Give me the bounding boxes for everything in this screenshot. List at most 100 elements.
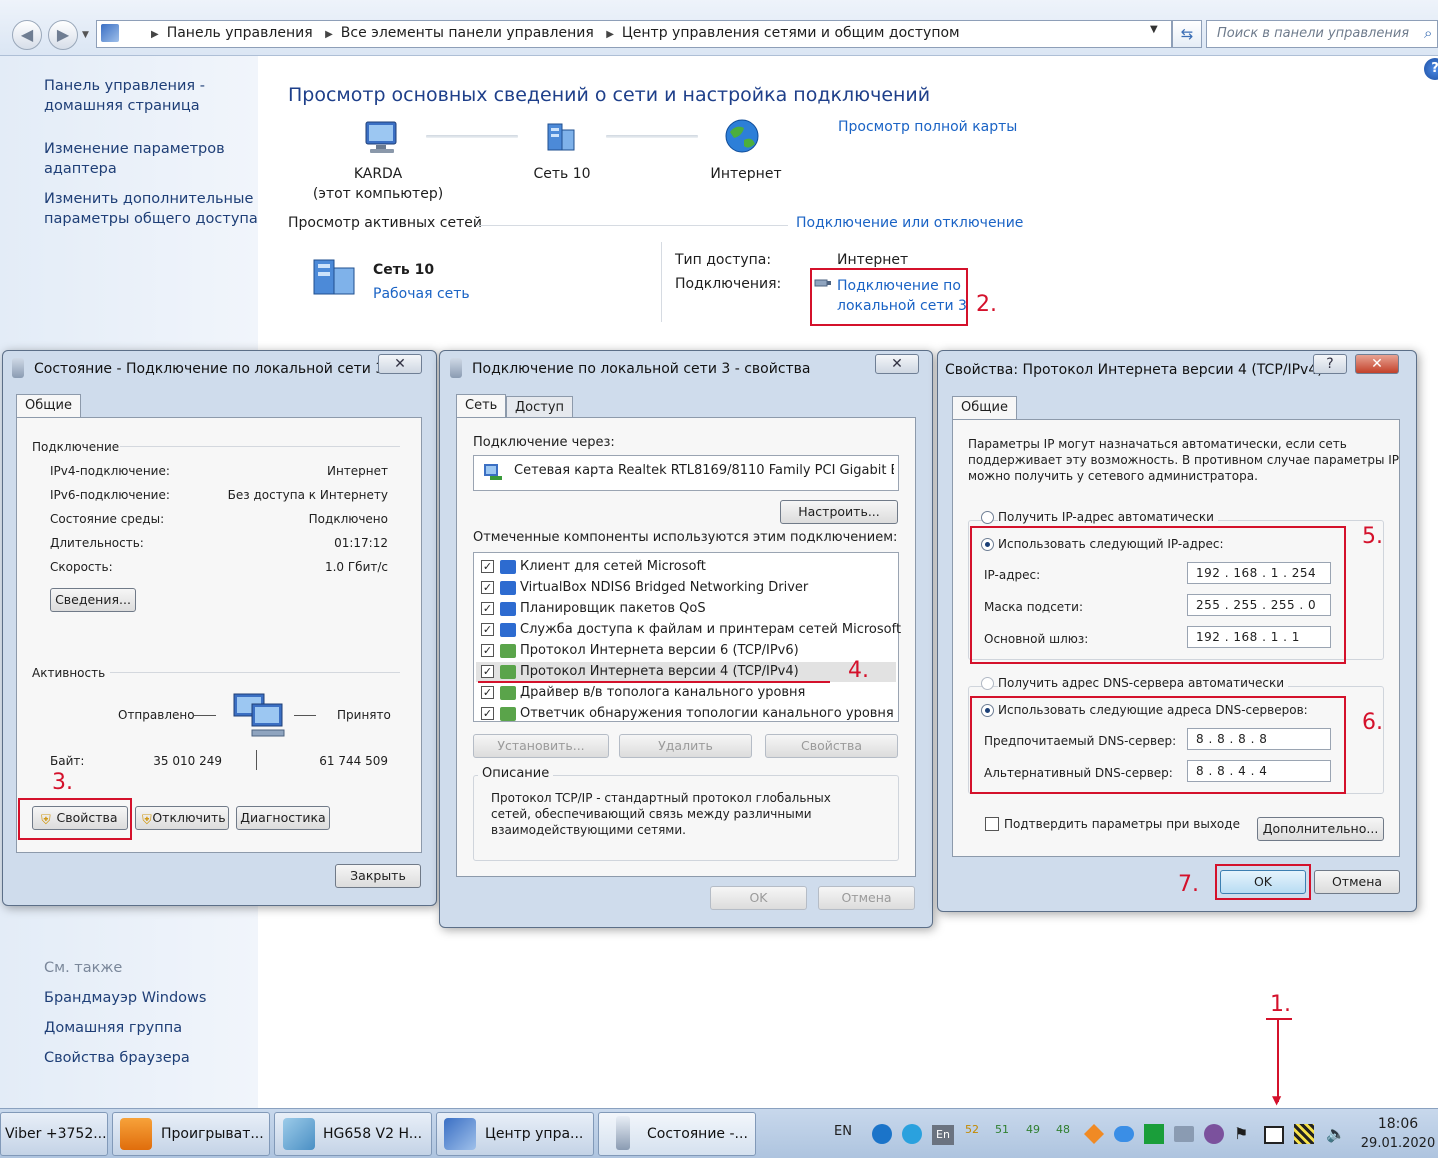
tab-sharing[interactable]: Доступ xyxy=(506,396,574,418)
help-icon[interactable]: ? xyxy=(1424,58,1438,80)
ipv4-cancel-button[interactable]: Отмена xyxy=(1314,870,1400,894)
install-button[interactable]: Установить... xyxy=(473,734,609,758)
network-connection-icon[interactable] xyxy=(1264,1126,1284,1144)
component-row[interactable]: ✓ Планировщик пакетов QoS xyxy=(476,599,896,619)
node-computer-sub: (этот компьютер) xyxy=(312,186,444,202)
component-row[interactable]: ✓ Ответчик обнаружения топологии канально… xyxy=(476,704,896,724)
clock-date[interactable]: 29.01.2020 xyxy=(1360,1136,1436,1151)
component-row[interactable]: ✓ Протокол Интернета версии 6 (TCP/IPv6) xyxy=(476,641,896,661)
history-dropdown-icon[interactable]: ▼ xyxy=(82,30,89,40)
network-adapter-icon xyxy=(12,358,24,378)
auto-ip-radio[interactable] xyxy=(981,511,994,524)
tab-general[interactable]: Общие xyxy=(16,394,81,418)
network-type-link[interactable]: Рабочая сеть xyxy=(373,286,470,302)
status-close-button[interactable]: Закрыть xyxy=(335,864,421,888)
network-tray-icon[interactable] xyxy=(1174,1126,1194,1142)
language-indicator[interactable]: EN xyxy=(834,1124,852,1139)
tray-counter[interactable]: 51 xyxy=(995,1123,1009,1136)
component-icon xyxy=(500,686,516,700)
cloud-icon[interactable] xyxy=(1114,1126,1134,1142)
taskbar-viber[interactable]: Viber +3752... xyxy=(0,1112,108,1156)
disconnect-button[interactable]: ⛨ Отключить xyxy=(135,806,229,830)
props-cancel-button[interactable]: Отмена xyxy=(818,886,915,910)
network-adapter-icon xyxy=(450,358,462,378)
tray-app-icon[interactable] xyxy=(1294,1124,1314,1144)
breadcrumb-all-items[interactable]: Все элементы панели управления xyxy=(341,25,594,41)
annotation-underline-4 xyxy=(478,681,830,683)
diagnose-button[interactable]: Диагностика xyxy=(236,806,330,830)
props-ok-button[interactable]: OK xyxy=(710,886,807,910)
help-button[interactable]: ? xyxy=(1313,354,1347,374)
left-link-home[interactable]: Панель управления - домашняя страница xyxy=(44,76,205,116)
network-name: Сеть 10 xyxy=(373,262,435,278)
row-value: Подключено xyxy=(308,512,388,526)
component-checkbox[interactable]: ✓ xyxy=(481,644,494,657)
component-checkbox[interactable]: ✓ xyxy=(481,602,494,615)
component-icon xyxy=(500,644,516,658)
address-dropdown-icon[interactable]: ▼ xyxy=(1150,24,1158,35)
connect-disconnect-link[interactable]: Подключение или отключение xyxy=(796,215,1023,231)
component-label: Служба доступа к файлам и принтерам сете… xyxy=(520,622,902,637)
validate-label[interactable]: Подтвердить параметры при выходе xyxy=(1004,817,1240,831)
see-also-browser[interactable]: Свойства браузера xyxy=(44,1048,190,1068)
remove-button[interactable]: Удалить xyxy=(619,734,752,758)
breadcrumb-control-panel[interactable]: Панель управления xyxy=(167,25,313,41)
back-button[interactable]: ◀ xyxy=(12,20,42,50)
component-row[interactable]: ✓ VirtualBox NDIS6 Bridged Networking Dri… xyxy=(476,578,896,598)
view-full-map-link[interactable]: Просмотр полной карты xyxy=(838,119,1017,135)
configure-button[interactable]: Настроить... xyxy=(780,500,898,524)
status-properties-button[interactable]: ⛨ Свойства xyxy=(32,806,128,830)
viber-icon[interactable] xyxy=(1204,1124,1224,1144)
tab-general[interactable]: Общие xyxy=(952,396,1017,420)
advanced-button[interactable]: Дополнительно... xyxy=(1257,817,1384,841)
network-center-icon xyxy=(444,1118,476,1150)
refresh-button[interactable]: ⇆ xyxy=(1172,20,1202,48)
see-also-homegroup[interactable]: Домашняя группа xyxy=(44,1018,182,1038)
component-row[interactable]: ✓ Клиент для сетей Microsoft xyxy=(476,557,896,577)
validate-checkbox[interactable] xyxy=(985,817,999,831)
teamviewer-icon[interactable] xyxy=(872,1124,892,1144)
tray-counter[interactable]: 49 xyxy=(1026,1123,1040,1136)
auto-dns-label[interactable]: Получить адрес DNS-сервера автоматически xyxy=(998,676,1289,690)
close-icon[interactable]: ✕ xyxy=(1355,354,1399,374)
left-link-adapter[interactable]: Изменение параметров адаптера xyxy=(44,139,225,179)
component-checkbox[interactable]: ✓ xyxy=(481,686,494,699)
component-checkbox[interactable]: ✓ xyxy=(481,707,494,720)
component-properties-button[interactable]: Свойства xyxy=(765,734,898,758)
forward-button[interactable]: ▶ xyxy=(48,20,78,50)
tab-network[interactable]: Сеть xyxy=(456,394,507,418)
row-label: Состояние среды: xyxy=(50,512,165,526)
divider xyxy=(476,225,788,226)
tray-counter[interactable]: 52 xyxy=(965,1123,979,1136)
component-checkbox[interactable]: ✓ xyxy=(481,581,494,594)
breadcrumb-network-center[interactable]: Центр управления сетями и общим доступом xyxy=(622,25,960,41)
bytes-sent: 35 010 249 xyxy=(153,754,222,768)
left-link-sharing[interactable]: Изменить дополнительные параметры общего … xyxy=(44,189,258,229)
telegram-icon[interactable] xyxy=(902,1124,922,1144)
description-heading: Описание xyxy=(478,766,554,781)
close-icon[interactable]: ✕ xyxy=(875,354,919,374)
component-row[interactable]: ✓ Драйвер в/в тополога канального уровня xyxy=(476,683,896,703)
see-also-firewall[interactable]: Брандмауэр Windows xyxy=(44,988,206,1008)
close-icon[interactable]: ✕ xyxy=(378,354,422,374)
volume-icon[interactable]: 🔈 xyxy=(1326,1124,1346,1143)
component-checkbox[interactable]: ✓ xyxy=(481,623,494,636)
see-also-heading: См. также xyxy=(44,960,123,976)
component-row[interactable]: ✓ Служба доступа к файлам и принтерам сет… xyxy=(476,620,901,640)
details-button[interactable]: Сведения... xyxy=(50,588,136,612)
clock-time[interactable]: 18:06 xyxy=(1362,1116,1434,1132)
ipv4-ok-button[interactable]: OK xyxy=(1220,870,1306,894)
keyboard-layout-icon[interactable]: En xyxy=(932,1125,954,1145)
search-icon[interactable]: ⌕ xyxy=(1424,24,1432,42)
component-checkbox[interactable]: ✓ xyxy=(481,560,494,573)
tray-counter[interactable]: 48 xyxy=(1056,1123,1070,1136)
auto-ip-label[interactable]: Получить IP-адрес автоматически xyxy=(998,510,1218,524)
flag-icon[interactable]: ⚑ xyxy=(1234,1124,1248,1143)
annotation-step-7: 7. xyxy=(1178,872,1199,897)
search-input[interactable]: Поиск в панели управления xyxy=(1206,20,1438,48)
torrent-icon[interactable] xyxy=(1144,1124,1164,1144)
auto-dns-radio[interactable] xyxy=(981,677,994,690)
address-bar[interactable]: ▶ Панель управления ▶ Все элементы панели … xyxy=(96,20,1172,48)
component-checkbox[interactable]: ✓ xyxy=(481,665,494,678)
component-row[interactable]: ✓ Протокол Интернета версии 4 (TCP/IPv4) xyxy=(476,662,896,682)
